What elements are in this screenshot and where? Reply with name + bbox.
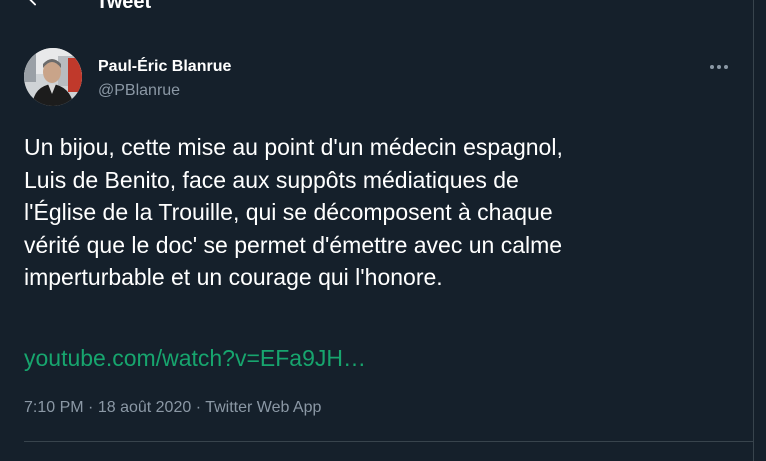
more-button[interactable]: [706, 57, 732, 77]
arrow-left-icon: [29, 0, 36, 6]
author-name[interactable]: Paul-Éric Blanrue: [98, 57, 231, 77]
tweet-text: Un bijou, cette mise au point d'un médec…: [24, 131, 744, 294]
page-header: Tweet: [0, 0, 753, 21]
tweet-link[interactable]: youtube.com/watch?v=EFa9JH…: [24, 342, 366, 374]
tweet-date[interactable]: 18 août 2020: [98, 399, 191, 416]
tweet-meta: 7:10 PM · 18 août 2020 · Twitter Web App: [24, 398, 321, 418]
tweet-time[interactable]: 7:10 PM: [24, 399, 84, 416]
tweet-text-line: Luis de Benito, face aux suppôts médiati…: [24, 166, 519, 193]
author-handle[interactable]: @PBlanrue: [98, 81, 180, 101]
tweet-detail-page: Tweet Paul-Éric Blanrue @PBlanrue Un bij…: [0, 0, 766, 461]
column-border: [753, 0, 754, 461]
page-title: Tweet: [96, 0, 152, 13]
tweet-text-line: vérité que le doc' se permet d'émettre a…: [24, 231, 563, 258]
tweet-source[interactable]: Twitter Web App: [205, 399, 321, 416]
back-button[interactable]: [22, 0, 50, 13]
tweet-text-line: Un bijou, cette mise au point d'un médec…: [24, 134, 563, 160]
user-avatar-image: [24, 48, 82, 106]
avatar[interactable]: [24, 48, 82, 106]
meta-separator: ·: [195, 399, 202, 416]
tweet-text-line: l'Église de la Trouille, qui se décompos…: [24, 199, 553, 225]
tweet-text-line: imperturbable et un courage qui l'honore…: [24, 264, 443, 290]
divider: [24, 441, 753, 442]
meta-separator: ·: [88, 399, 94, 416]
more-horizontal-icon: [710, 65, 728, 69]
